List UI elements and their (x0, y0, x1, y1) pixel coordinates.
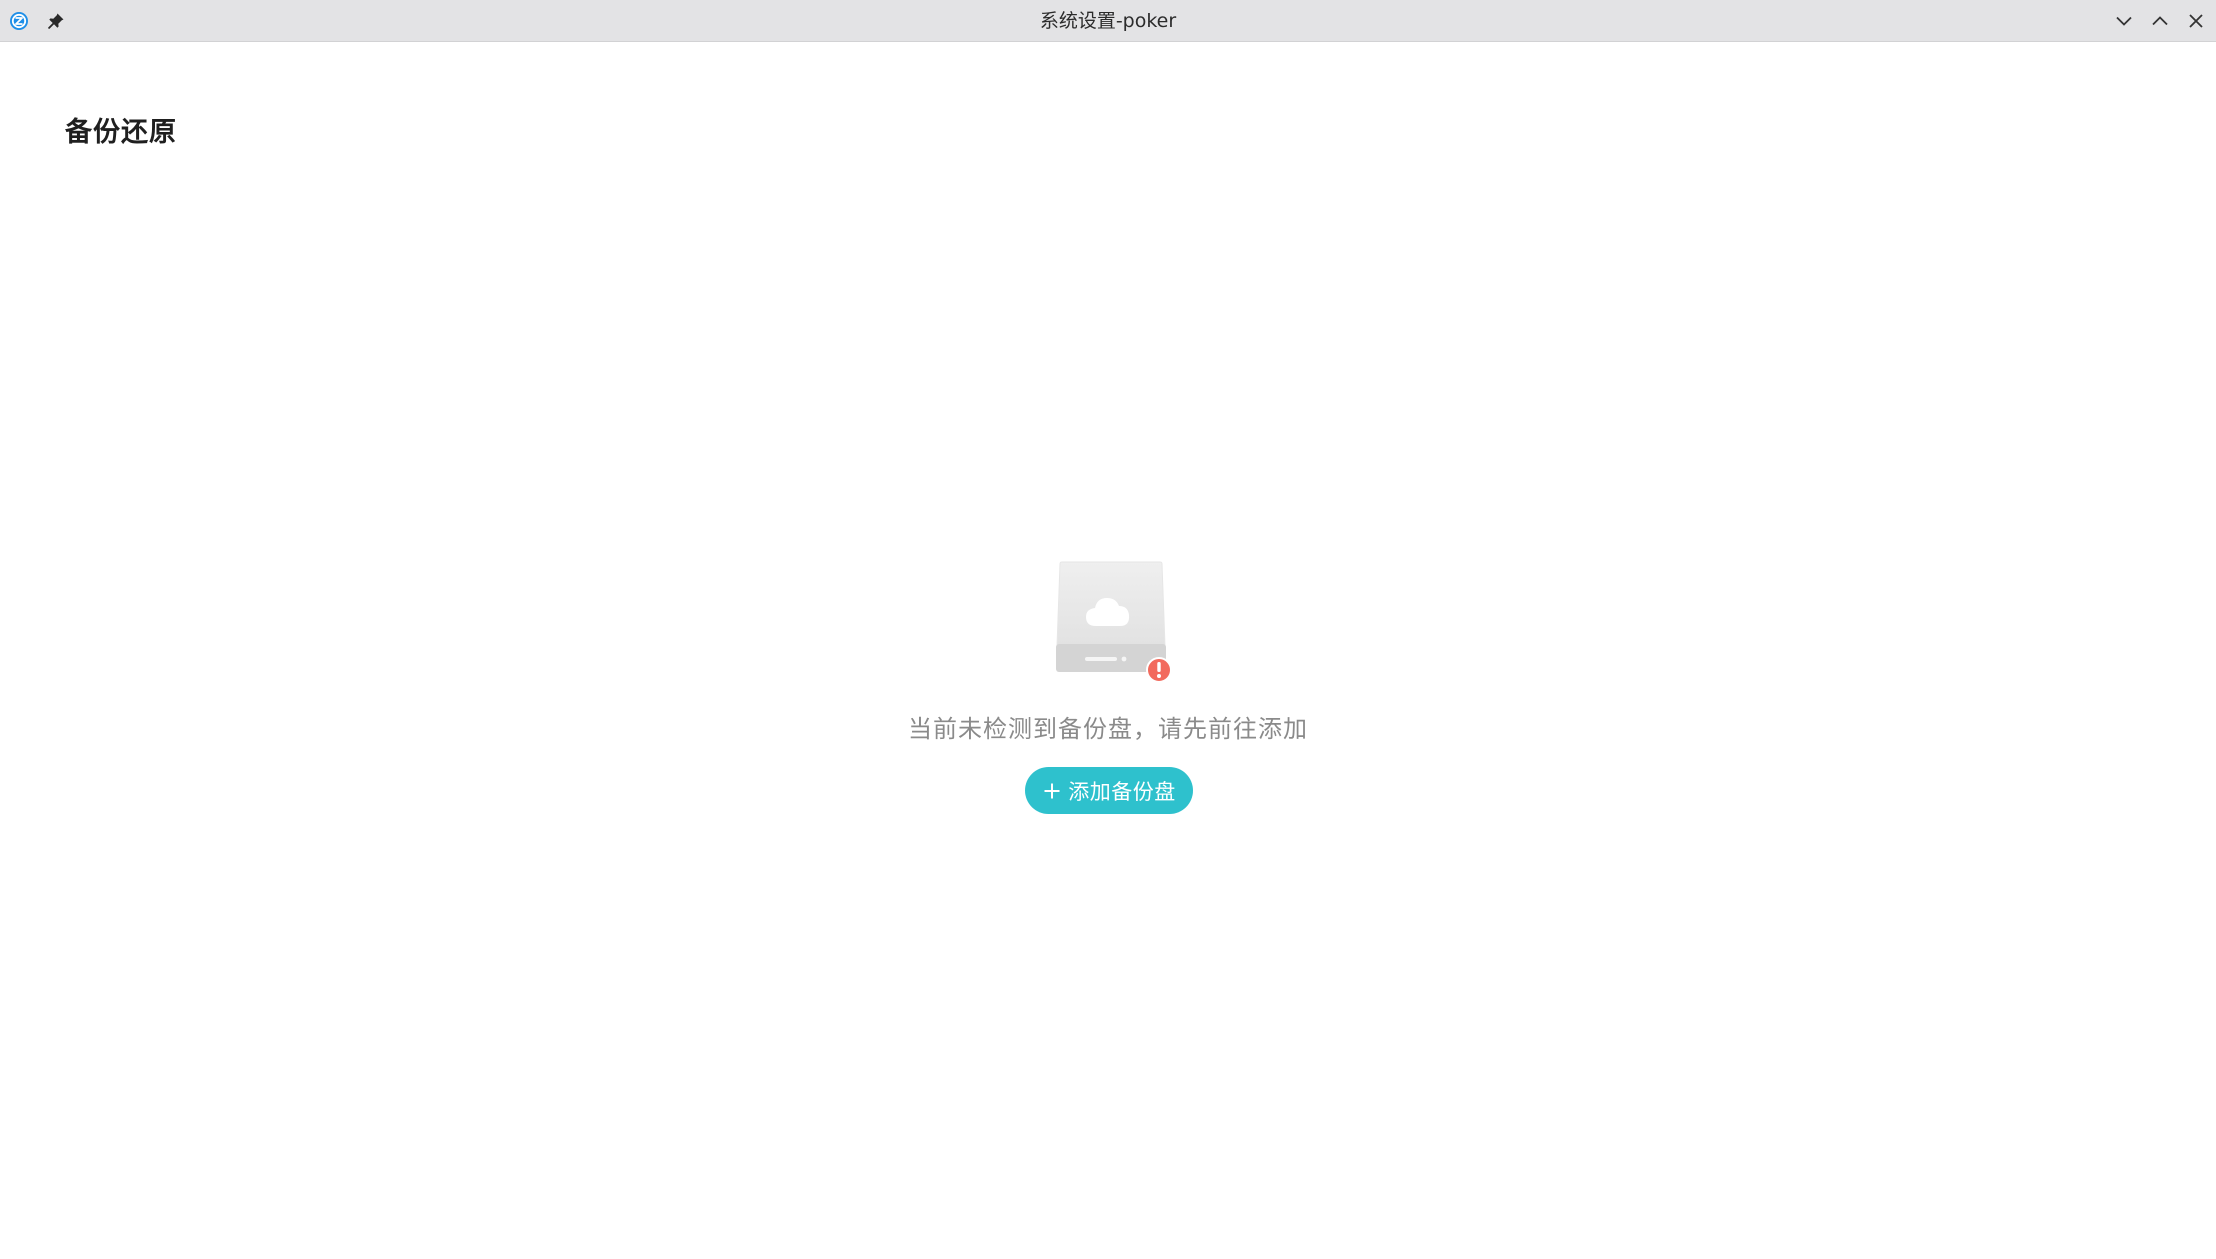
close-icon (2189, 14, 2203, 28)
pin-icon[interactable] (46, 11, 66, 31)
backup-disk-missing-icon (1044, 560, 1174, 684)
no-backup-disk-message: 当前未检测到备份盘，请先前往添加 (908, 715, 1308, 743)
chevron-down-icon (2116, 16, 2132, 26)
chevron-up-icon (2152, 16, 2168, 26)
close-button[interactable] (2184, 9, 2208, 33)
title-bar[interactable]: 系统设置-poker (0, 0, 2216, 42)
maximize-button[interactable] (2148, 9, 2172, 33)
page-title: 备份还原 (65, 117, 177, 148)
plus-icon (1042, 781, 1062, 801)
add-backup-disk-button[interactable]: 添加备份盘 (1025, 767, 1193, 814)
add-backup-disk-label: 添加备份盘 (1068, 779, 1176, 804)
window-title: 系统设置-poker (1039, 10, 1177, 32)
settings-window: 系统设置-poker 备份还原 当前未检测到备份盘，请先前往添加 添加备份盘 (0, 0, 2216, 1259)
minimize-button[interactable] (2112, 9, 2136, 33)
app-logo-icon[interactable] (9, 11, 29, 31)
